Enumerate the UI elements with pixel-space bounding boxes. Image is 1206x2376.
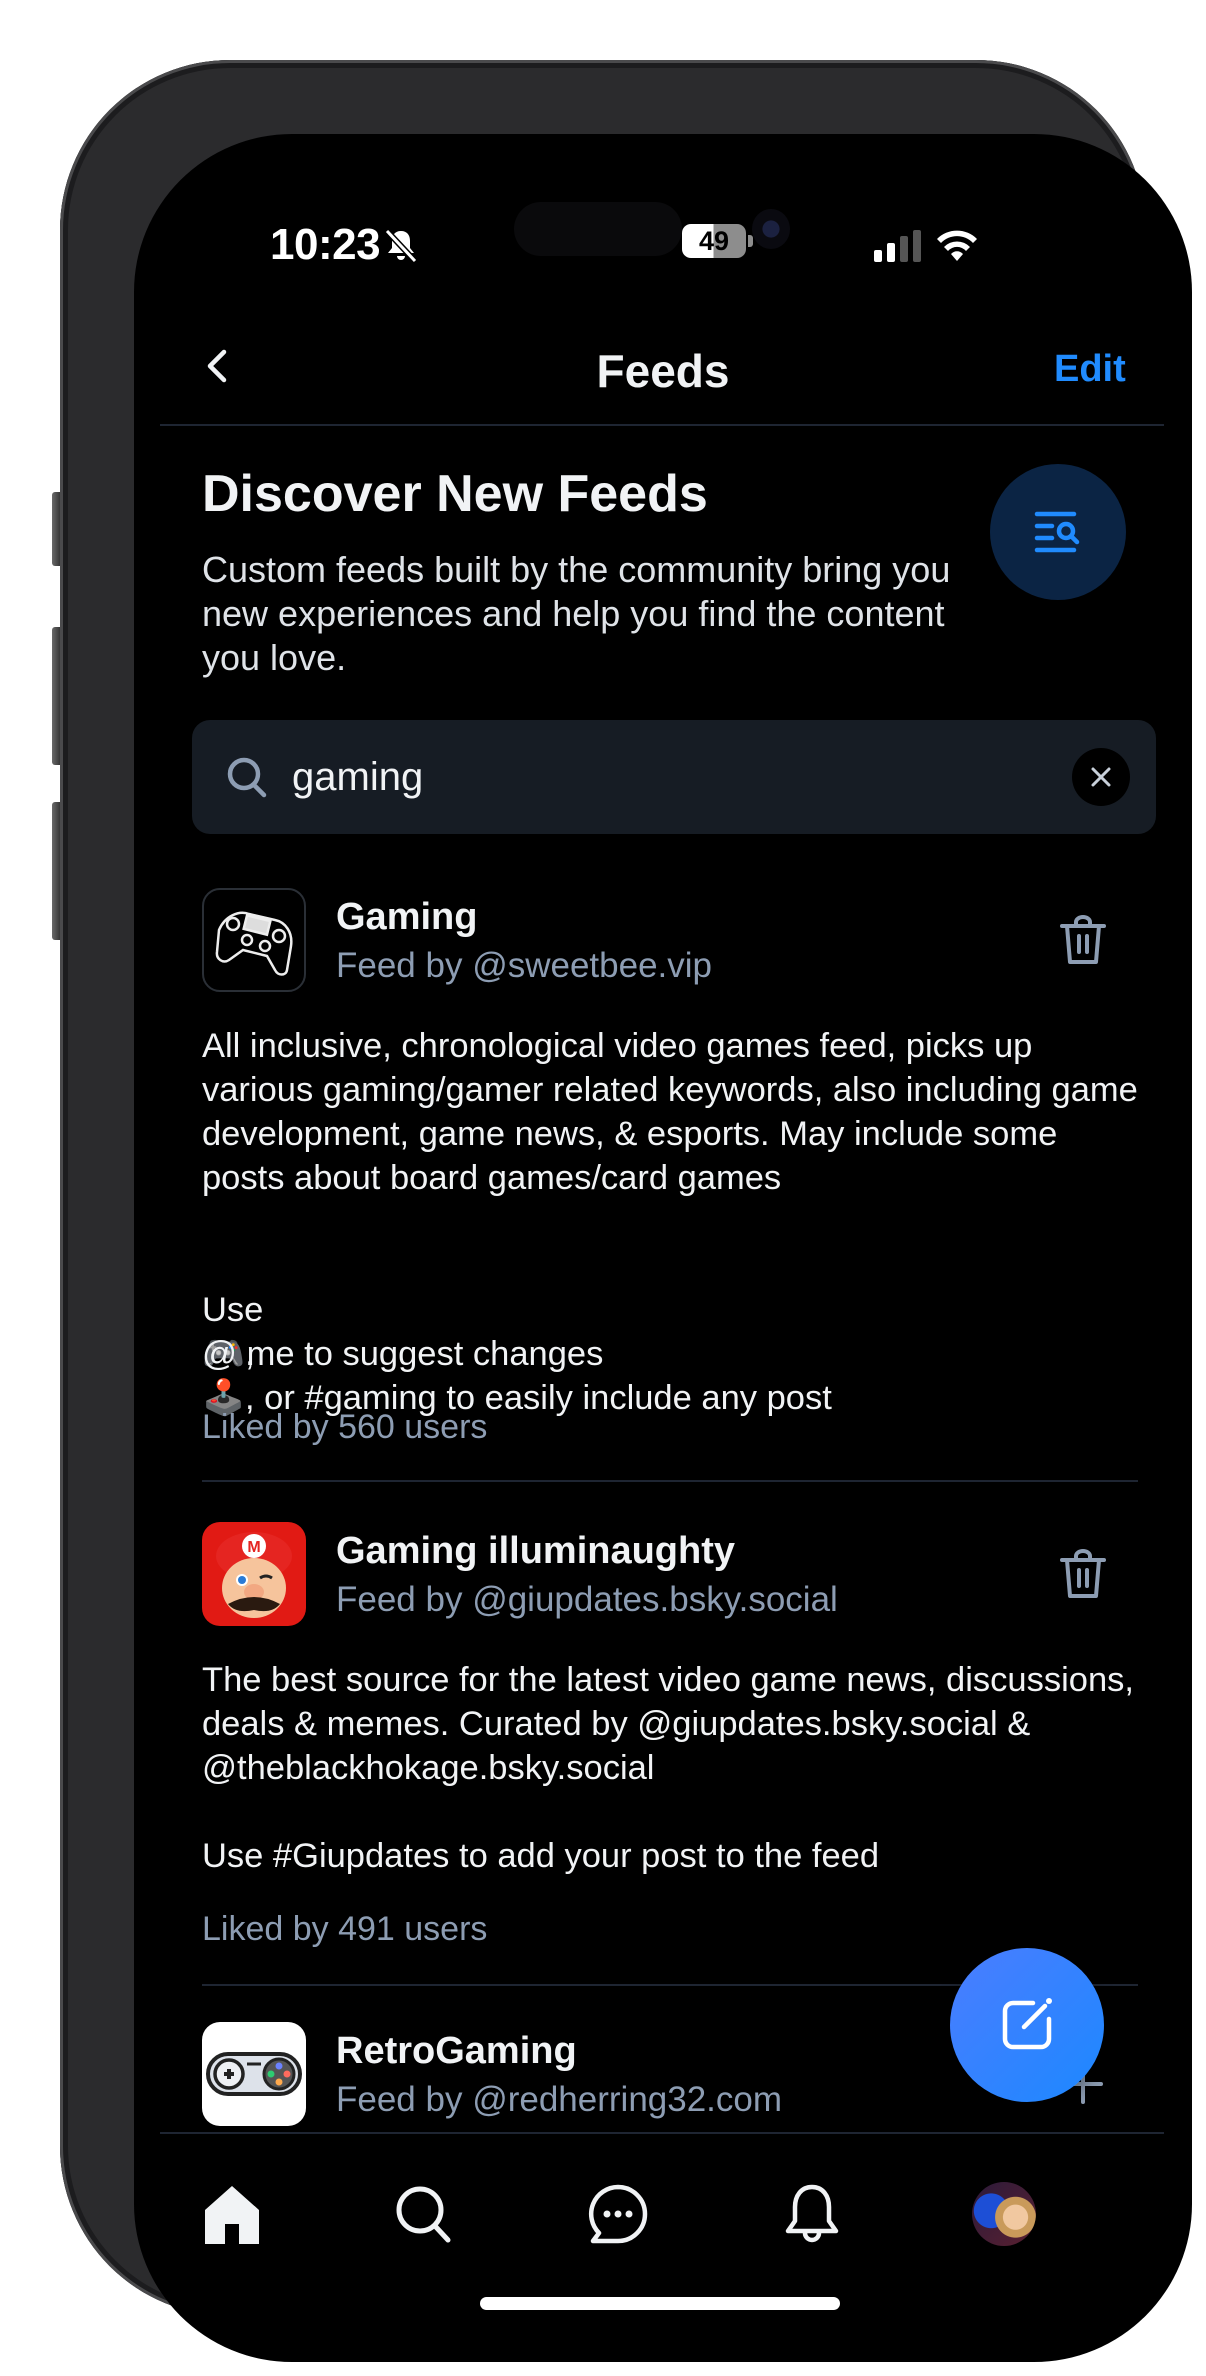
- search-bar: [192, 720, 1156, 834]
- nav-search[interactable]: [384, 2174, 464, 2254]
- clear-search-button[interactable]: [1072, 748, 1130, 806]
- phone-frame: 10:23 49 Feeds Edit Discover New Feeds C…: [60, 60, 1192, 2362]
- svg-text:M: M: [247, 1539, 260, 1556]
- bell-icon: [785, 2184, 839, 2243]
- trash-icon: [1060, 915, 1106, 964]
- feed-extra-line: @ me to suggest changes: [202, 1335, 604, 1373]
- feed-name[interactable]: RetroGaming: [336, 2030, 577, 2073]
- wifi-icon: [936, 230, 978, 262]
- feed-name[interactable]: Gaming illuminaughty: [336, 1530, 735, 1573]
- page-title: Feeds: [596, 345, 730, 397]
- dynamic-island: [514, 202, 682, 256]
- nav-notifications[interactable]: [772, 2174, 852, 2254]
- search-input[interactable]: [292, 744, 1012, 810]
- header-divider: [160, 424, 1164, 426]
- use-prefix: Use: [202, 1291, 264, 1329]
- feed-description: All inclusive, chronological video games…: [202, 1027, 1138, 1197]
- feed-name[interactable]: Gaming: [336, 896, 477, 939]
- compose-post-button[interactable]: [950, 1948, 1104, 2102]
- feed-author[interactable]: Feed by @redherring32.com: [336, 2080, 782, 2120]
- mario-avatar: M: [202, 1522, 306, 1626]
- status-time: 10:23: [270, 220, 381, 269]
- feed-author[interactable]: Feed by @sweetbee.vip: [336, 946, 712, 986]
- list-search-icon: [1034, 511, 1080, 553]
- front-camera: [752, 209, 790, 249]
- screen: 10:23 49 Feeds Edit Discover New Feeds C…: [134, 134, 1192, 2362]
- avatar: [972, 2182, 1036, 2246]
- discover-title: Discover New Feeds: [202, 465, 708, 523]
- gamepad-outline-avatar: [202, 888, 306, 992]
- feed-description: The best source for the latest video gam…: [202, 1661, 1134, 1787]
- snes-controller-avatar: [202, 2022, 306, 2126]
- nav-profile[interactable]: [964, 2174, 1044, 2254]
- search-icon: [396, 2186, 451, 2243]
- compose-icon: [1002, 1998, 1052, 2050]
- battery-tip: [748, 235, 753, 247]
- feed-item[interactable]: Gaming Feed by @sweetbee.vip All inclusi…: [202, 888, 1138, 1508]
- edit-button[interactable]: Edit: [1054, 348, 1126, 391]
- battery-indicator: 49: [682, 224, 746, 258]
- feed-extra-line: Use #Giupdates to add your post to the f…: [202, 1837, 880, 1875]
- home-indicator[interactable]: [480, 2297, 840, 2310]
- trash-icon: [1060, 1549, 1106, 1598]
- remove-feed-button[interactable]: [1058, 1548, 1108, 1600]
- cellular-signal-icon: [874, 230, 924, 262]
- feed-likes[interactable]: Liked by 491 users: [202, 1910, 487, 1949]
- feed-item[interactable]: M Gaming illuminaughty Feed by @giupdate…: [202, 1522, 1134, 2022]
- feed-divider: [202, 1480, 1138, 1482]
- remove-feed-button[interactable]: [1058, 914, 1108, 966]
- tabbar-divider: [160, 2132, 1164, 2134]
- search-icon: [224, 754, 270, 800]
- home-icon: [205, 2186, 259, 2244]
- discover-subtitle: Custom feeds built by the community brin…: [202, 549, 951, 678]
- nav-chat[interactable]: [578, 2174, 658, 2254]
- chat-bubble-icon: [588, 2184, 648, 2244]
- nav-home[interactable]: [192, 2174, 272, 2254]
- close-icon: [1091, 767, 1111, 787]
- discover-feeds-button[interactable]: [990, 464, 1126, 600]
- feed-author[interactable]: Feed by @giupdates.bsky.social: [336, 1580, 838, 1620]
- feed-likes[interactable]: Liked by 560 users: [202, 1408, 487, 1447]
- bell-slash-icon: [384, 228, 418, 264]
